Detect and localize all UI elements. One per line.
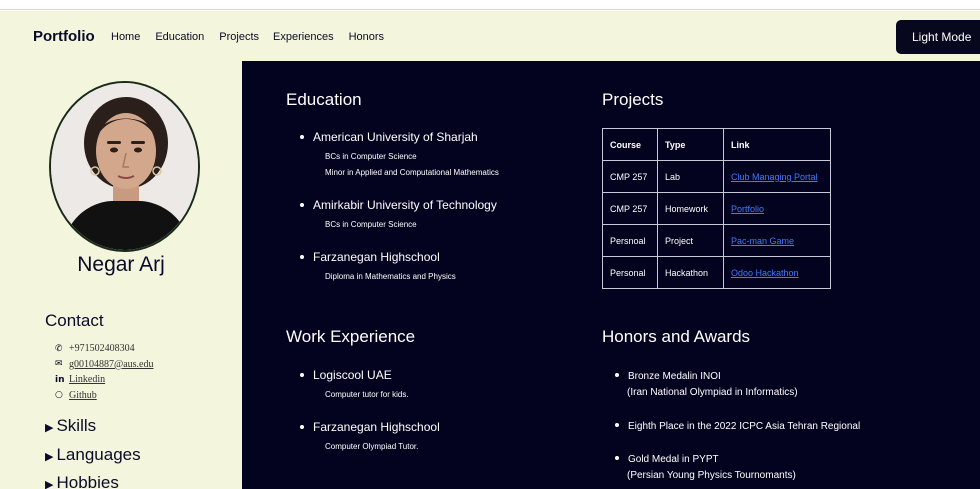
brand-logo[interactable]: Portfolio xyxy=(33,28,95,45)
bullet-icon xyxy=(300,425,304,429)
project-link[interactable]: Odoo Hackathon xyxy=(731,268,799,278)
profile-photo xyxy=(51,83,198,250)
nav-link-education[interactable]: Education xyxy=(155,31,204,43)
work-detail: Computer Olympiad Tutor. xyxy=(325,442,419,451)
education-title: Education xyxy=(286,90,362,109)
nav-links: Home Education Projects Experiences Hono… xyxy=(111,31,399,43)
table-row: Persnoal Project Pac-man Game xyxy=(602,224,831,257)
education-name: Amirkabir University of Technology xyxy=(313,198,497,212)
project-link[interactable]: Pac-man Game xyxy=(731,236,794,246)
education-detail: BCs in Computer Science xyxy=(325,152,417,161)
work-item: Logiscool UAE Computer tutor for kids. xyxy=(300,368,409,403)
email-icon: ✉ xyxy=(55,359,63,370)
table-header: Course xyxy=(602,128,658,161)
honor-line: Eighth Place in the 2022 ICPC Asia Tehra… xyxy=(628,421,861,432)
phone-icon: ✆ xyxy=(55,343,63,354)
avatar xyxy=(49,81,200,252)
table-cell-link: Portfolio xyxy=(723,192,831,225)
hobbies-label: Hobbies xyxy=(56,473,119,489)
skills-toggle[interactable]: ▶ Skills xyxy=(45,416,96,436)
languages-label: Languages xyxy=(56,445,141,464)
main-content: Education American University of Sharjah… xyxy=(242,61,980,489)
contact-github: ○ Github xyxy=(55,388,153,404)
light-mode-button[interactable]: Light Mode xyxy=(896,20,980,54)
work-detail: Computer tutor for kids. xyxy=(325,390,409,399)
sidebar: Negar Arj Contact ✆ +971502408304 ✉ g001… xyxy=(0,61,242,489)
hobbies-toggle[interactable]: ▶ Hobbies xyxy=(45,473,119,489)
table-cell-type: Homework xyxy=(657,192,724,225)
nav-link-experiences[interactable]: Experiences xyxy=(273,31,334,43)
work-name: Logiscool UAE xyxy=(313,368,392,382)
project-link[interactable]: Club Managing Portal xyxy=(731,172,818,182)
github-link[interactable]: Github xyxy=(69,390,97,401)
languages-toggle[interactable]: ▶ Languages xyxy=(45,445,141,465)
skills-label: Skills xyxy=(56,416,97,435)
table-cell-type: Project xyxy=(657,224,724,257)
contact-phone: ✆ +971502408304 xyxy=(55,341,153,357)
browser-top-strip xyxy=(0,0,980,10)
work-name: Farzanegan Highschool xyxy=(313,420,440,434)
email-link[interactable]: g00104887@aus.edu xyxy=(69,359,153,370)
honor-item: Eighth Place in the 2022 ICPC Asia Tehra… xyxy=(615,419,860,435)
contact-title: Contact xyxy=(45,311,104,330)
work-item: Farzanegan Highschool Computer Olympiad … xyxy=(300,420,440,455)
table-cell-course: CMP 257 xyxy=(602,160,658,193)
expand-triangle-icon: ▶ xyxy=(45,451,54,463)
bullet-icon xyxy=(615,456,619,461)
expand-triangle-icon: ▶ xyxy=(45,422,54,434)
table-cell-link: Pac-man Game xyxy=(723,224,831,257)
honors-title: Honors and Awards xyxy=(602,327,751,346)
github-icon: ○ xyxy=(55,390,63,401)
contact-email: ✉ g00104887@aus.edu xyxy=(55,357,153,373)
nav-link-projects[interactable]: Projects xyxy=(219,31,259,43)
linkedin-link[interactable]: Linkedin xyxy=(69,374,105,385)
honor-line: Bronze Medalin INOI xyxy=(628,371,721,382)
bullet-icon xyxy=(615,373,619,378)
table-cell-type: Lab xyxy=(657,160,724,193)
bullet-icon xyxy=(615,423,619,428)
contact-linkedin: in Linkedin xyxy=(55,372,153,388)
table-row: CMP 257 Lab Club Managing Portal xyxy=(602,160,831,193)
nav-link-home[interactable]: Home xyxy=(111,31,140,43)
table-header: Link xyxy=(723,128,831,161)
linkedin-icon: in xyxy=(55,374,65,385)
table-cell-course: Personal xyxy=(602,256,658,289)
expand-triangle-icon: ▶ xyxy=(45,479,54,489)
education-detail: Minor in Applied and Computational Mathe… xyxy=(325,168,499,177)
education-item: Amirkabir University of Technology BCs i… xyxy=(300,198,497,233)
navbar: Portfolio Home Education Projects Experi… xyxy=(0,11,980,61)
table-header-row: Course Type Link xyxy=(602,128,831,161)
table-cell-type: Hackathon xyxy=(657,256,724,289)
bullet-icon xyxy=(300,373,304,377)
project-link[interactable]: Portfolio xyxy=(731,204,764,214)
nav-link-honors[interactable]: Honors xyxy=(349,31,384,43)
honor-subline: (Persian Young Physics Tournomants) xyxy=(627,470,796,481)
table-row: Personal Hackathon Odoo Hackathon xyxy=(602,256,831,289)
honor-subline: (Iran National Olympiad in Informatics) xyxy=(627,387,798,398)
table-cell-link: Odoo Hackathon xyxy=(723,256,831,289)
table-header: Type xyxy=(657,128,724,161)
education-name: Farzanegan Highschool xyxy=(313,250,440,264)
table-cell-course: Persnoal xyxy=(602,224,658,257)
table-cell-link: Club Managing Portal xyxy=(723,160,831,193)
contact-list: ✆ +971502408304 ✉ g00104887@aus.edu in L… xyxy=(55,341,153,403)
projects-table: Course Type Link CMP 257 Lab Club Managi… xyxy=(602,128,831,289)
table-cell-course: CMP 257 xyxy=(602,192,658,225)
education-item: Farzanegan Highschool Diploma in Mathema… xyxy=(300,250,456,285)
bullet-icon xyxy=(300,203,304,207)
education-name: American University of Sharjah xyxy=(313,130,478,144)
phone-number: +971502408304 xyxy=(69,343,135,355)
table-row: CMP 257 Homework Portfolio xyxy=(602,192,831,225)
education-detail: Diploma in Mathematics and Physics xyxy=(325,272,456,281)
honor-item: Gold Medal in PYPT (Persian Young Physic… xyxy=(615,452,796,484)
bullet-icon xyxy=(300,255,304,259)
honor-line: Gold Medal in PYPT xyxy=(628,454,719,465)
work-experience-title: Work Experience xyxy=(286,327,416,346)
bullet-icon xyxy=(300,135,304,139)
education-item: American University of Sharjah BCs in Co… xyxy=(300,130,499,181)
projects-title: Projects xyxy=(602,90,664,109)
honor-item: Bronze Medalin INOI (Iran National Olymp… xyxy=(615,369,798,401)
education-detail: BCs in Computer Science xyxy=(325,220,417,229)
person-name: Negar Arj xyxy=(77,253,165,276)
